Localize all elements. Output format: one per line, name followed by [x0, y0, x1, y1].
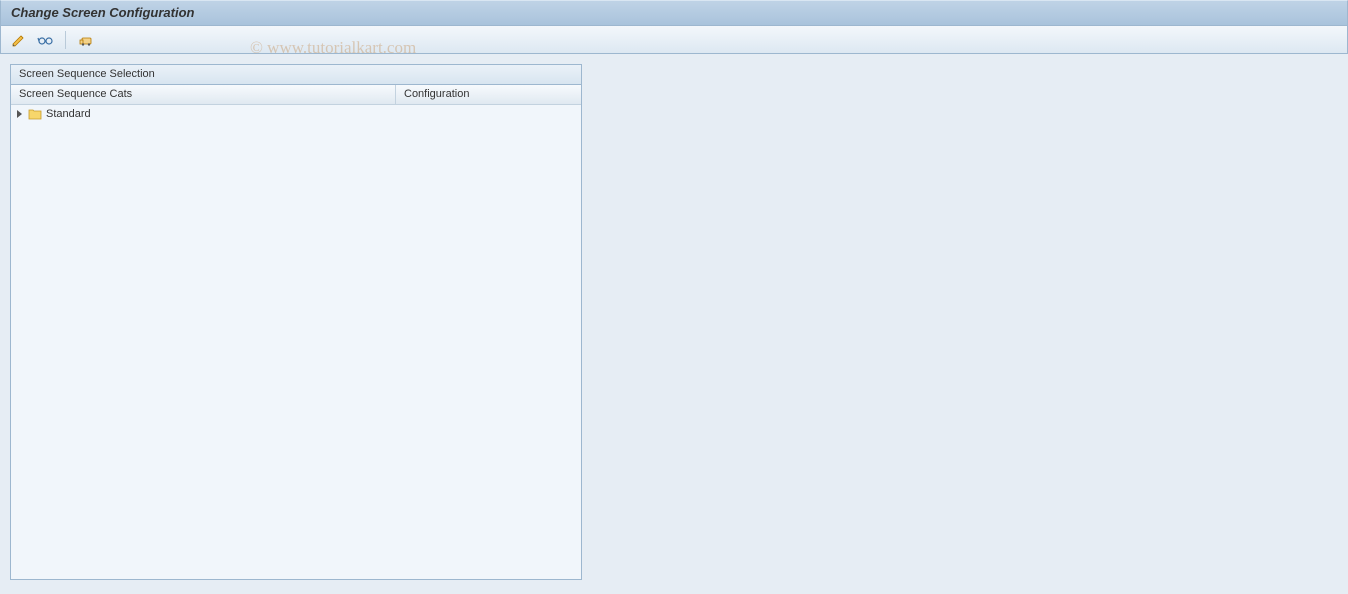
pencil-toggle-icon [11, 32, 27, 48]
glasses-display-icon [37, 32, 53, 48]
expand-icon[interactable] [17, 110, 22, 118]
tree-row[interactable]: Standard [11, 105, 581, 123]
table-header: Screen Sequence Cats Configuration [11, 85, 581, 105]
content-area: Screen Sequence Selection Screen Sequenc… [0, 54, 1348, 590]
display-button[interactable] [35, 30, 55, 50]
tree-body: Standard [11, 105, 581, 579]
tree-row-label: Standard [46, 108, 91, 120]
toolbar-separator [65, 31, 66, 49]
column-header-cats[interactable]: Screen Sequence Cats [11, 85, 396, 104]
column-header-config[interactable]: Configuration [396, 85, 581, 104]
panel-title: Screen Sequence Selection [11, 65, 581, 85]
transport-icon [78, 32, 94, 48]
toggle-edit-button[interactable] [9, 30, 29, 50]
titlebar: Change Screen Configuration [0, 0, 1348, 26]
transport-button[interactable] [76, 30, 96, 50]
page-title: Change Screen Configuration [11, 5, 194, 20]
screen-sequence-panel: Screen Sequence Selection Screen Sequenc… [10, 64, 582, 580]
folder-icon [28, 108, 42, 120]
toolbar [0, 26, 1348, 54]
